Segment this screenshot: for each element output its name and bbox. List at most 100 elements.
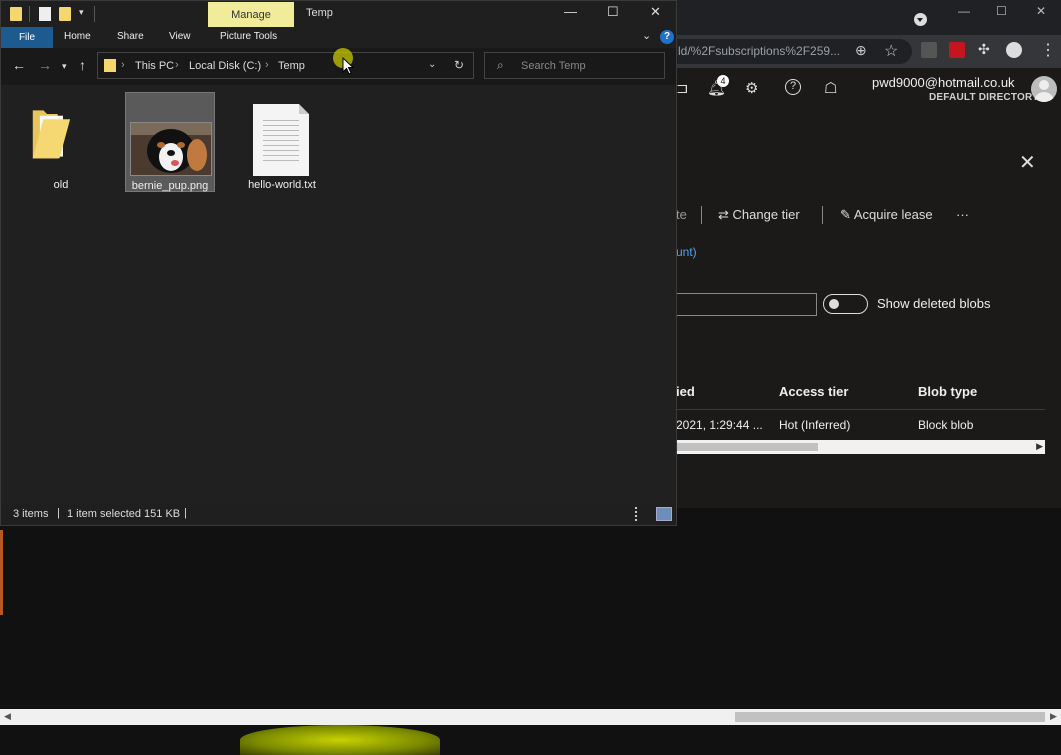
scroll-right-icon[interactable]: ▶ [1050, 711, 1057, 722]
address-history-icon[interactable]: ⌄ [428, 59, 436, 70]
breadcrumb-this-pc[interactable]: This PC [135, 60, 174, 72]
address-bar[interactable]: ld/%2Fsubscriptions%2F259... [672, 39, 912, 64]
selection-info: 1 item selected 151 KB [67, 508, 181, 520]
refresh-icon[interactable]: ↻ [454, 58, 464, 72]
cloud-shell-icon[interactable]: ⊐ [676, 79, 689, 97]
cell-access-tier: Hot (Inferred) [779, 418, 851, 432]
column-header-modified[interactable]: ied [676, 384, 695, 399]
mouse-pointer-icon [342, 57, 354, 75]
tab-search-icon[interactable] [914, 13, 927, 26]
properties-check-icon[interactable] [39, 7, 51, 21]
tab-share[interactable]: Share [117, 31, 144, 42]
tab-file[interactable]: File [1, 27, 53, 48]
pdf-extension-icon[interactable] [949, 42, 965, 58]
back-arrow-icon[interactable]: ← [12, 57, 26, 73]
panel-close-icon[interactable]: ✕ [1019, 150, 1036, 175]
browser-minimize-button[interactable]: — [958, 4, 970, 18]
manage-context-tab[interactable]: Manage [208, 2, 294, 27]
grid-horizontal-scrollbar[interactable]: ▶ [676, 440, 1045, 454]
breadcrumb-chevron-icon[interactable]: › [175, 59, 179, 71]
file-item-hello-world[interactable]: hello-world.txt [237, 92, 327, 192]
tab-view[interactable]: View [169, 31, 191, 42]
forward-arrow-icon[interactable]: → [38, 57, 52, 73]
acquire-lease-label: Acquire lease [853, 207, 933, 222]
up-arrow-icon[interactable]: ↑ [79, 57, 86, 73]
scrollbar-thumb[interactable] [676, 443, 818, 451]
avatar[interactable] [1031, 76, 1057, 102]
account-link[interactable]: unt) [676, 245, 697, 259]
breadcrumb-local-disk[interactable]: Local Disk (C:) [189, 60, 261, 72]
zoom-icon[interactable]: ⊕ [855, 42, 871, 58]
help-icon[interactable]: ? [660, 30, 674, 44]
acquire-lease-button[interactable]: ✎ Acquire lease [840, 207, 933, 223]
window-title: Temp [306, 7, 333, 19]
user-email[interactable]: pwd9000@hotmail.co.uk [872, 75, 1015, 90]
maximize-button[interactable]: ☐ [607, 4, 619, 20]
change-tier-button[interactable]: ⇄ Change tier [718, 207, 800, 223]
file-name: old [53, 179, 69, 191]
show-deleted-label: Show deleted blobs [877, 296, 991, 311]
file-item-bernie-pup[interactable]: bernie_pup.png [125, 92, 215, 192]
search-icon: ⌕ [497, 58, 504, 72]
details-view-icon[interactable] [635, 507, 651, 521]
folder-icon [32, 110, 71, 159]
grid-divider [676, 409, 1045, 410]
status-separator: | [184, 507, 187, 519]
extensions-puzzle-icon[interactable]: ✣ [978, 41, 990, 58]
command-truncated[interactable]: te [676, 207, 687, 222]
browser-maximize-button[interactable]: ☐ [996, 4, 1007, 18]
new-folder-icon[interactable] [59, 7, 71, 21]
breadcrumb-chevron-icon[interactable]: › [121, 59, 125, 71]
customize-qat-icon[interactable]: ▾ [79, 7, 84, 18]
browser-close-button[interactable]: ✕ [1036, 4, 1046, 18]
command-separator [822, 206, 823, 224]
scroll-right-icon[interactable]: ▶ [1036, 441, 1043, 452]
file-explorer-window: ▾ Manage Temp — ☐ ✕ File Home Share View… [0, 0, 677, 526]
show-deleted-toggle[interactable] [823, 294, 868, 314]
file-list[interactable]: old bernie_pup.png hello-world.txt [1, 85, 676, 503]
extension-icon[interactable] [921, 42, 937, 58]
folder-icon [10, 7, 22, 21]
expand-ribbon-icon[interactable]: ⌄ [642, 29, 651, 42]
profile-icon[interactable] [1006, 42, 1022, 58]
folder-icon [104, 59, 116, 72]
ribbon-tabs: File Home Share View Picture Tools ⌄ ? [1, 27, 676, 48]
column-header-access-tier[interactable]: Access tier [779, 384, 848, 399]
user-directory: DEFAULT DIRECTORY [929, 92, 1039, 103]
dog-photo-icon [131, 123, 211, 175]
desktop-window-edge [0, 530, 3, 615]
help-icon[interactable]: ? [785, 79, 801, 95]
more-commands-button[interactable]: ··· [956, 207, 969, 222]
file-item-old[interactable]: old [16, 92, 106, 192]
notifications-badge: 4 [717, 75, 729, 87]
settings-gear-icon[interactable]: ⚙ [745, 79, 758, 97]
file-name: hello-world.txt [248, 179, 316, 191]
scroll-left-icon[interactable]: ◀ [4, 711, 11, 722]
search-placeholder: Search Temp [521, 60, 586, 72]
page-horizontal-scrollbar[interactable]: ◀ ▶ [0, 709, 1061, 725]
lease-pen-icon: ✎ [840, 207, 851, 222]
change-tier-label: Change tier [732, 207, 800, 222]
breadcrumb-chevron-icon[interactable]: › [265, 59, 269, 71]
bookmark-star-icon[interactable]: ☆ [884, 41, 898, 61]
image-thumbnail [130, 122, 212, 176]
column-header-blob-type[interactable]: Blob type [918, 384, 977, 399]
recent-locations-icon[interactable]: ▾ [62, 61, 67, 72]
tab-home[interactable]: Home [64, 31, 91, 42]
close-button[interactable]: ✕ [650, 4, 661, 20]
toolbar-divider [94, 6, 95, 22]
breadcrumb-temp[interactable]: Temp [278, 60, 305, 72]
large-icons-view-icon[interactable] [656, 507, 672, 521]
browser-menu-icon[interactable]: ⋮ [1040, 40, 1056, 60]
file-name: bernie_pup.png [131, 180, 209, 192]
address-bar[interactable]: › This PC › Local Disk (C:) › Temp ⌄ ↻ [97, 52, 474, 79]
feedback-icon[interactable]: ☖ [824, 79, 837, 97]
desktop-wallpaper-detail [240, 725, 440, 755]
tab-picture-tools[interactable]: Picture Tools [220, 31, 277, 42]
search-box[interactable]: ⌕ Search Temp [484, 52, 665, 79]
status-bar: 3 items | 1 item selected 151 KB | [1, 503, 676, 525]
minimize-button[interactable]: — [564, 4, 577, 19]
text-file-icon [253, 104, 309, 176]
blob-filter-input[interactable] [676, 293, 817, 316]
scrollbar-thumb[interactable] [735, 712, 1045, 722]
